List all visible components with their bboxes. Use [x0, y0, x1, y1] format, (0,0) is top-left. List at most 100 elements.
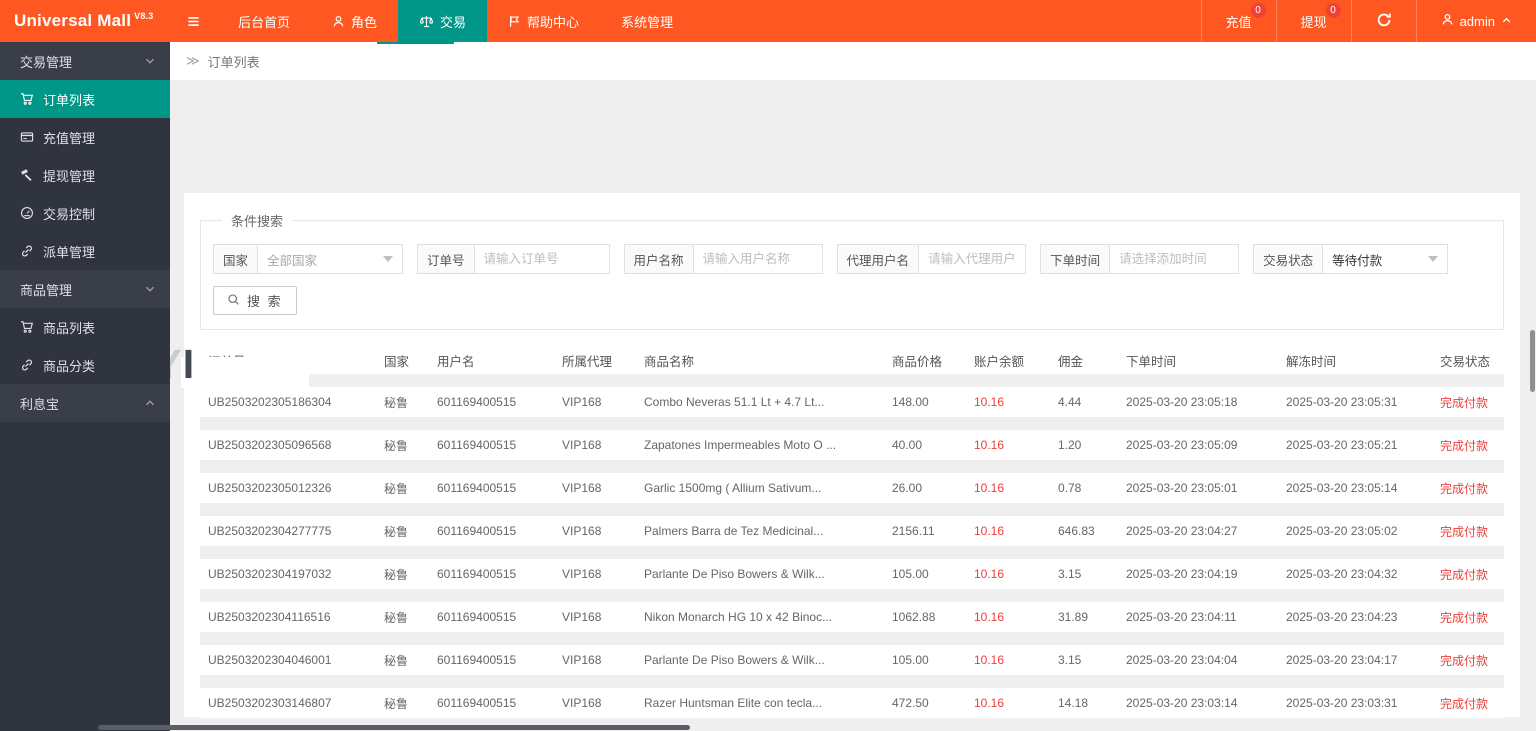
column-header: 下单时间	[1126, 354, 1177, 369]
chevron-down-icon	[144, 283, 156, 295]
row-separator	[200, 417, 1504, 430]
table-cell: UB2503202305186304	[208, 395, 332, 409]
vertical-scrollbar-thumb[interactable]	[1530, 330, 1535, 392]
topbar-actions: 充值 0 提现 0 admin	[1200, 0, 1536, 42]
table-row[interactable]: UB2503202305186304 秘鲁 601169400515 VIP168 Co…	[200, 387, 1504, 417]
sidebar-item-订单列表[interactable]: 订单列表	[0, 80, 170, 118]
table-row[interactable]: UB2503202304277775 秘鲁 601169400515 VIP168 Pa…	[200, 516, 1504, 546]
column-header: 用户名	[437, 354, 475, 369]
recharge-button[interactable]: 充值 0	[1200, 0, 1276, 42]
sidebar-item-提现管理[interactable]: 提现管理	[0, 156, 170, 194]
filter-order-time: 下单时间	[1040, 244, 1240, 274]
table-cell: 完成付款	[1440, 395, 1489, 410]
filter-label: 国家	[213, 244, 259, 274]
nav-item-help-center[interactable]: 帮助中心	[487, 0, 600, 42]
filter-order-no: 订单号	[417, 244, 610, 274]
row-separator	[200, 460, 1504, 473]
sidebar-item-label: 订单列表	[43, 92, 96, 108]
table-cell: 秘鲁	[384, 610, 409, 625]
sidebar-item-利息宝[interactable]: 利息宝	[0, 384, 170, 422]
table-cell: 0.78	[1058, 481, 1082, 495]
table-cell: VIP168	[562, 481, 602, 495]
table-cell: VIP168	[562, 395, 602, 409]
order-no-input[interactable]	[483, 252, 600, 266]
table-cell: VIP168	[562, 567, 602, 581]
table-cell: 10.16	[974, 438, 1005, 452]
table-cell: VIP168	[562, 696, 602, 710]
filter-agent-name: 代理用户名	[836, 244, 1027, 274]
column-header: 交易状态	[1440, 354, 1491, 369]
table-cell: Parlante De Piso Bowers & Wilk...	[644, 567, 825, 581]
table-cell: Combo Neveras 51.1 Lt + 4.7 Lt...	[644, 395, 825, 409]
nav-item-roles[interactable]: 角色	[311, 0, 398, 42]
table-cell: 10.16	[974, 481, 1005, 495]
table-row[interactable]: UB2503202304116516 秘鲁 601169400515 VIP168 Ni…	[200, 602, 1504, 632]
sidebar-item-商品分类[interactable]: 商品分类	[0, 346, 170, 384]
table-row[interactable]: UB2503202304197032 秘鲁 601169400515 VIP168 Pa…	[200, 559, 1504, 589]
table-cell: 完成付款	[1440, 524, 1489, 539]
table-cell: 2025-03-20 23:04:27	[1126, 524, 1238, 538]
order-time-input[interactable]	[1119, 252, 1230, 266]
breadcrumb: ≫ 订单列表	[170, 42, 1536, 80]
withdraw-button[interactable]: 提现 0	[1275, 0, 1351, 42]
country-select[interactable]: 全部国家	[257, 244, 404, 274]
user-name-input[interactable]	[702, 252, 813, 266]
table-cell: 完成付款	[1440, 696, 1489, 711]
collapse-menu-button[interactable]	[170, 0, 217, 42]
person-icon	[1441, 13, 1454, 29]
search-panel-title: 条件搜索	[231, 214, 284, 229]
cart-icon	[20, 92, 34, 106]
agent-name-input[interactable]	[928, 252, 1017, 266]
sidebar-item-商品管理[interactable]: 商品管理	[0, 270, 170, 308]
sidebar-item-派单管理[interactable]: 派单管理	[0, 232, 170, 270]
table-cell: 2025-03-20 23:04:32	[1286, 567, 1398, 581]
sidebar-item-交易管理[interactable]: 交易管理	[0, 42, 170, 80]
column-header: 国家	[384, 354, 410, 369]
column-header: 商品价格	[892, 354, 943, 369]
table-row[interactable]: UB2503202305096568 秘鲁 601169400515 VIP168 Za…	[200, 430, 1504, 460]
table-cell: 1.20	[1058, 438, 1082, 452]
sidebar-item-交易控制[interactable]: 交易控制	[0, 194, 170, 232]
table-cell: 26.00	[892, 481, 923, 495]
sidebar-item-商品列表[interactable]: 商品列表	[0, 308, 170, 346]
trade-status-select[interactable]: 等待付款	[1322, 244, 1449, 274]
cart-icon	[20, 320, 34, 334]
withdraw-label: 提现	[1300, 14, 1327, 30]
table-cell: 秘鲁	[384, 524, 409, 539]
refresh-icon	[1376, 12, 1392, 31]
table-cell: 601169400515	[437, 696, 517, 710]
person-icon	[332, 15, 345, 28]
gauge-icon	[20, 206, 34, 220]
filter-user-name: 用户名称	[623, 244, 823, 274]
table-row[interactable]: UB2503202304046001 秘鲁 601169400515 VIP168 Pa…	[200, 645, 1504, 675]
table-cell: 10.16	[974, 395, 1005, 409]
table-cell: 646.83	[1058, 524, 1095, 538]
table-cell: UB2503202305012326	[208, 481, 332, 495]
filter-label: 订单号	[417, 244, 475, 274]
sidebar-item-充值管理[interactable]: 充值管理	[0, 118, 170, 156]
nav-item-system[interactable]: 系统管理	[600, 0, 694, 42]
table-cell: 2025-03-20 23:05:31	[1286, 395, 1398, 409]
table-row[interactable]: UB2503202305012326 秘鲁 601169400515 VIP168 Ga…	[200, 473, 1504, 503]
table-cell: Garlic 1500mg ( Allium Sativum...	[644, 481, 822, 495]
recharge-badge: 0	[1250, 3, 1266, 18]
nav-item-trade[interactable]: 交易	[398, 0, 488, 42]
table-cell: 2025-03-20 23:05:18	[1126, 395, 1238, 409]
topbar: Universal Mall V8.3 后台首页 角色 交易 帮助中心 系统管理…	[0, 0, 1536, 42]
search-button[interactable]: 搜 索	[213, 286, 297, 315]
table-cell: 2025-03-20 23:03:31	[1286, 696, 1398, 710]
user-menu[interactable]: admin	[1415, 0, 1536, 42]
brand-logo[interactable]: Universal Mall V8.3	[0, 0, 170, 42]
horizontal-scrollbar-thumb[interactable]	[98, 725, 690, 730]
nav-item-dashboard[interactable]: 后台首页	[217, 0, 311, 42]
refresh-button[interactable]	[1350, 0, 1416, 42]
column-header: 账户余额	[974, 354, 1025, 369]
chevron-down-icon	[144, 55, 156, 67]
search-icon	[227, 293, 240, 309]
table-cell: 2025-03-20 23:04:04	[1126, 653, 1238, 667]
sidebar-item-label: 提现管理	[43, 168, 96, 184]
search-button-label: 搜 索	[247, 294, 283, 309]
table-row[interactable]: UB2503202303146807 秘鲁 601169400515 VIP168 Ra…	[200, 688, 1504, 718]
table-cell: 2025-03-20 23:04:17	[1286, 653, 1398, 667]
search-panel: 条件搜索 国家 全部国家 订单号 用户名称	[200, 211, 1504, 330]
